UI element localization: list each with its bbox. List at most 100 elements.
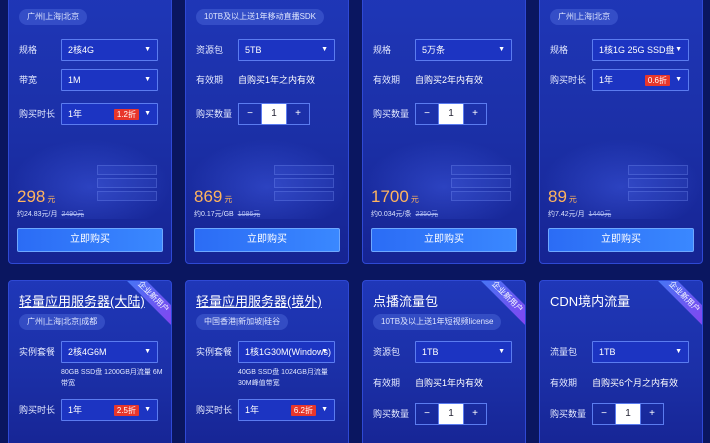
- plan-row: 实例套餐 2核4G6M ▼: [19, 341, 163, 363]
- chevron-down-icon: ▼: [498, 348, 505, 355]
- region-tag: 广州|上海|北京|成都: [19, 314, 106, 330]
- price-detail: 约0.034元/条 2350元: [371, 211, 439, 218]
- product-card-cloud-server: 广州|上海|北京 规格 2核4G ▼ 带宽 1M ▼ 购买时长 1年 1.2折 ▼ 29…: [8, 0, 172, 264]
- increment-button[interactable]: +: [287, 104, 309, 124]
- price: 1700 元: [371, 187, 419, 206]
- spec-select[interactable]: 5万条 ▼: [415, 39, 512, 61]
- spec-label: 规格: [19, 45, 38, 55]
- resource-row: 资源包 5TB ▼: [196, 39, 340, 61]
- discount-badge: 1.2折: [113, 109, 139, 120]
- validity-value: 自购买6个月之内有效: [592, 378, 679, 388]
- chevron-down-icon: ▼: [675, 76, 682, 83]
- validity-label: 有效期: [373, 75, 401, 85]
- new-user-ribbon: 企业新用户: [650, 281, 702, 331]
- bandwidth-row: 带宽 1M ▼: [19, 69, 163, 91]
- validity-row: 有效期 自购买1年内有效: [373, 372, 517, 394]
- region-tag: 广州|上海|北京: [19, 9, 88, 25]
- resource-label: 资源包: [196, 45, 224, 55]
- chevron-down-icon: ▼: [144, 406, 151, 413]
- duration-label: 购买时长: [19, 109, 56, 119]
- validity-row: 有效期 自购买2年内有效: [373, 69, 517, 91]
- spec-row: 规格 2核4G ▼: [19, 39, 163, 61]
- plan-note: 80GB SSD盘 1200GB月流量 6M带宽: [61, 369, 163, 387]
- buy-now-button[interactable]: 立即购买: [194, 228, 340, 252]
- increment-button[interactable]: +: [641, 404, 663, 424]
- card-title[interactable]: 轻量应用服务器(大陆): [19, 291, 145, 310]
- bandwidth-select[interactable]: 1M ▼: [61, 69, 158, 91]
- quantity-input[interactable]: 1: [438, 104, 464, 124]
- decrement-button[interactable]: −: [416, 104, 438, 124]
- product-card-lighthouse-mainland: 企业新用户 轻量应用服务器(大陆) 广州|上海|北京|成都 实例套餐 2核4G6…: [8, 280, 172, 443]
- quantity-input[interactable]: 1: [438, 404, 464, 424]
- validity-label: 有效期: [196, 75, 224, 85]
- duration-select[interactable]: 1年 1.2折 ▼: [61, 103, 158, 125]
- plan-select[interactable]: 1核1G30M(Windows) ▼: [238, 341, 335, 363]
- quantity-stepper: − 1 +: [592, 403, 664, 425]
- duration-label: 购买时长: [196, 405, 233, 415]
- decrement-button[interactable]: −: [239, 104, 261, 124]
- buy-now-button[interactable]: 立即购买: [548, 228, 694, 252]
- plan-row: 实例套餐 1核1G30M(Windows) ▼: [196, 341, 340, 363]
- duration-select[interactable]: 1年 2.5折 ▼: [61, 399, 158, 421]
- price: 89 元: [548, 187, 577, 206]
- decrement-button[interactable]: −: [416, 404, 438, 424]
- quantity-label: 购买数量: [550, 409, 587, 419]
- promo-tag: 10TB及以上送1年短视频license: [373, 314, 502, 330]
- spec-label: 规格: [373, 45, 392, 55]
- quantity-label: 购买数量: [373, 409, 410, 419]
- server-illustration: [628, 165, 688, 215]
- spec-select[interactable]: 2核4G ▼: [61, 39, 158, 61]
- increment-button[interactable]: +: [464, 404, 486, 424]
- duration-row: 购买时长 1年 1.2折 ▼: [19, 103, 163, 125]
- server-illustration: [451, 165, 511, 215]
- resource-row: 资源包 1TB ▼: [373, 341, 517, 363]
- increment-button[interactable]: +: [464, 104, 486, 124]
- product-card-sms: 规格 5万条 ▼ 有效期 自购买2年内有效 购买数量 − 1 + 1700 元 约0…: [362, 0, 526, 264]
- chevron-down-icon: ▼: [321, 46, 328, 53]
- validity-value: 自购买1年之内有效: [238, 75, 316, 85]
- duration-row: 购买时长 1年 6.2折 ▼: [196, 399, 340, 421]
- price: 869 元: [194, 187, 233, 206]
- resource-select[interactable]: 5TB ▼: [238, 39, 335, 61]
- duration-select[interactable]: 1年 0.6折 ▼: [592, 69, 689, 91]
- buy-now-button[interactable]: 立即购买: [371, 228, 517, 252]
- buy-now-button[interactable]: 立即购买: [17, 228, 163, 252]
- discount-badge: 6.2折: [290, 405, 316, 416]
- validity-row: 有效期 自购买1年之内有效: [196, 69, 340, 91]
- plan-select[interactable]: 2核4G6M ▼: [61, 341, 158, 363]
- chevron-down-icon: ▼: [321, 348, 328, 355]
- region-tag: 中国香港|新加坡|硅谷: [196, 314, 289, 330]
- chevron-down-icon: ▼: [675, 348, 682, 355]
- traffic-select[interactable]: 1TB ▼: [592, 341, 689, 363]
- duration-select[interactable]: 1年 6.2折 ▼: [238, 399, 335, 421]
- validity-label: 有效期: [550, 378, 578, 388]
- chevron-down-icon: ▼: [321, 406, 328, 413]
- product-card-cdn: 企业新用户 CDN境内流量 流量包 1TB ▼ 有效期 自购买6个月之内有效 购买…: [539, 280, 703, 443]
- quantity-label: 购买数量: [196, 109, 233, 119]
- validity-label: 有效期: [373, 378, 401, 388]
- product-card-vod-traffic: 企业新用户 点播流量包 10TB及以上送1年短视频license 资源包 1TB…: [362, 280, 526, 443]
- product-card-lighthouse-overseas: 轻量应用服务器(境外) 中国香港|新加坡|硅谷 实例套餐 1核1G30M(Win…: [185, 280, 349, 443]
- validity-value: 自购买2年内有效: [415, 75, 484, 85]
- region-tag: 广州|上海|北京: [550, 9, 619, 25]
- card-title: 点播流量包: [373, 294, 439, 309]
- server-illustration: [97, 165, 157, 215]
- price-detail: 约7.42元/月 1440元: [548, 211, 612, 218]
- price-detail: 约24.83元/月 2490元: [17, 211, 85, 218]
- price-detail: 约0.17元/GB 1086元: [194, 211, 261, 218]
- card-title[interactable]: 轻量应用服务器(境外): [196, 291, 322, 310]
- price: 298 元: [17, 187, 56, 206]
- spec-label: 规格: [550, 45, 569, 55]
- duration-row: 购买时长 1年 0.6折 ▼: [550, 69, 694, 91]
- plan-note: 40GB SSD盘 1024GB月流量 30M峰值带宽: [238, 369, 328, 387]
- discount-badge: 0.6折: [644, 75, 670, 86]
- resource-select[interactable]: 1TB ▼: [415, 341, 512, 363]
- quantity-row: 购买数量 − 1 +: [196, 103, 340, 125]
- quantity-input[interactable]: 1: [261, 104, 287, 124]
- quantity-stepper: − 1 +: [238, 103, 310, 125]
- decrement-button[interactable]: −: [593, 404, 615, 424]
- quantity-input[interactable]: 1: [615, 404, 641, 424]
- server-illustration: [274, 165, 334, 215]
- spec-select[interactable]: 1核1G 25G SSD盘 ▼: [592, 39, 689, 61]
- chevron-down-icon: ▼: [498, 46, 505, 53]
